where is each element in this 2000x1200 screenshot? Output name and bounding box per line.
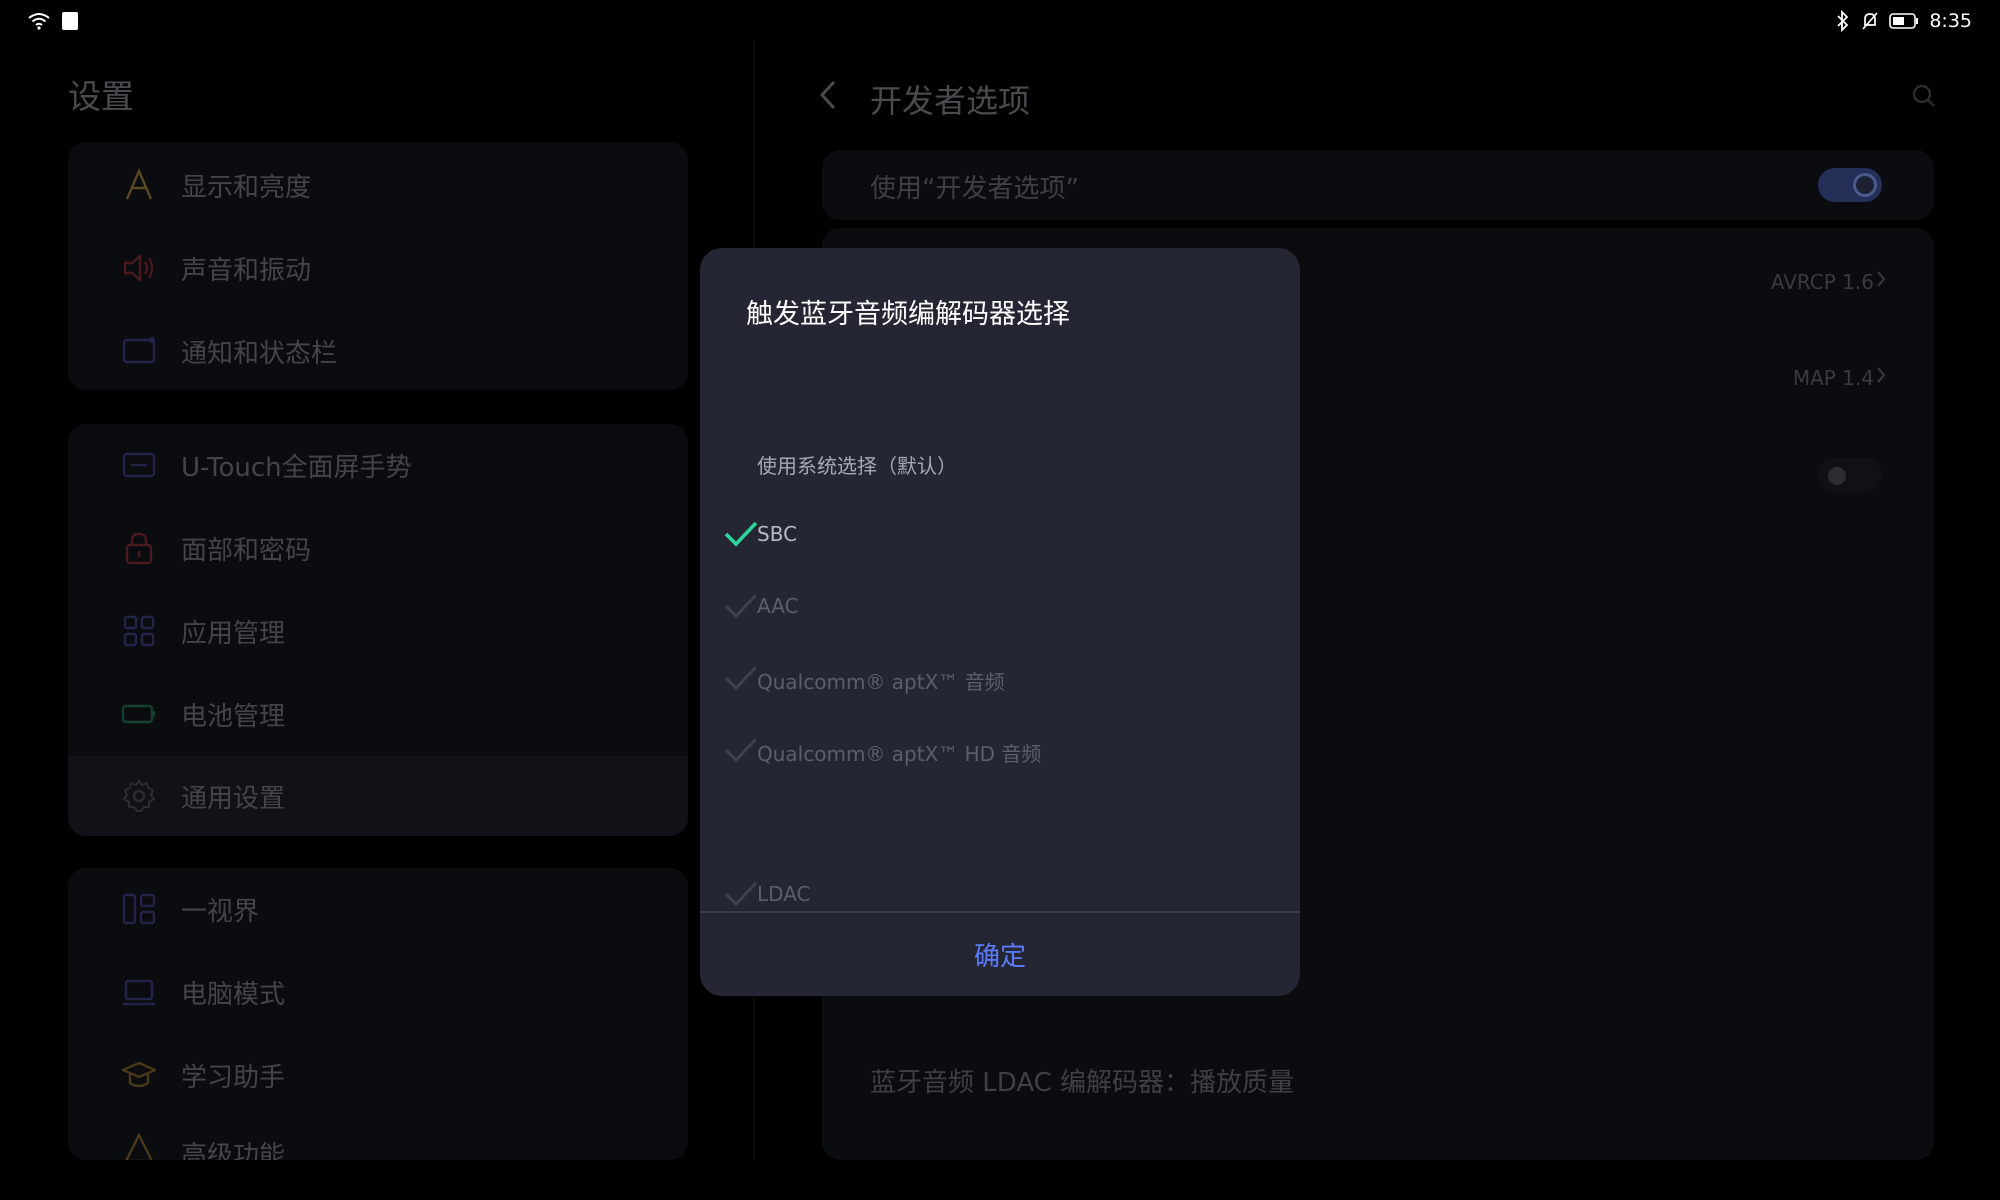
settings-item-apps[interactable]: 应用管理 [68,590,688,672]
settings-item-advanced[interactable]: 高级功能 [68,1117,688,1160]
option-aptx[interactable]: Qualcomm® aptX™ 音频 [700,649,1300,709]
speaker-icon [123,253,154,283]
settings-item-one-view[interactable]: 一视界 [68,868,688,950]
laptop-icon [123,979,155,1006]
settings-group-2: U-Touch全面屏手势 面部和密码 应用管理 电池管理 通用设置 [68,424,688,836]
option-system-default[interactable]: 使用系统选择（默认） [700,433,1300,493]
map-version-value[interactable]: MAP 1.4 [1793,366,1874,390]
checkmark-icon [724,521,758,547]
advanced-icon [125,1132,153,1160]
clock: 8:35 [1929,10,1972,32]
checkmark-icon [724,881,758,907]
confirm-button[interactable]: 确定 [700,913,1300,996]
battery-icon [122,704,155,724]
ldac-quality-label[interactable]: 蓝牙音频 LDAC 编解码器：播放质量 [870,1062,1294,1099]
option-aac[interactable]: AAC [700,577,1300,637]
settings-group-1: 显示和亮度 声音和振动 通知和状态栏 [68,142,688,390]
codec-select-dialog: 触发蓝牙音频编解码器选择 使用系统选择（默认） SBC AAC Qualcomm… [700,248,1300,996]
lock-icon [125,532,153,565]
settings-item-sound[interactable]: 声音和振动 [68,227,688,309]
settings-item-pc-mode[interactable]: 电脑模式 [68,951,688,1033]
graduation-cap-icon [122,1061,156,1088]
settings-item-display[interactable]: 显示和亮度 [68,144,688,226]
chevron-right-icon [1877,367,1886,383]
mute-bell-icon [1862,12,1878,30]
dialog-title: 触发蓝牙音频编解码器选择 [746,299,1070,330]
dev-options-toggle[interactable] [1818,168,1882,202]
status-bar: 8:35 [0,0,2000,44]
settings-item-face-password[interactable]: 面部和密码 [68,507,688,589]
checkmark-icon [724,593,758,619]
search-icon[interactable] [1912,84,1936,108]
settings-item-general[interactable]: 通用设置 [68,756,688,836]
apps-grid-icon [123,615,155,647]
sd-card-icon [62,12,78,30]
battery-status-icon [1889,13,1919,29]
option-aptx-hd[interactable]: Qualcomm® aptX™ HD 音频 [700,721,1300,781]
checkmark-icon [724,665,758,691]
settings-item-battery[interactable]: 电池管理 [68,673,688,755]
settings-item-notification[interactable]: 通知和状态栏 [68,310,688,392]
settings-item-utouch[interactable]: U-Touch全面屏手势 [68,424,688,506]
avrcp-version-value[interactable]: AVRCP 1.6 [1771,270,1874,294]
notification-icon [122,337,156,364]
settings-title: 设置 [68,77,134,116]
back-arrow-icon[interactable] [818,80,838,110]
checkmark-icon [724,737,758,763]
split-view-icon [122,893,156,925]
option-ldac[interactable]: LDAC [700,865,1300,911]
chevron-right-icon [1877,271,1886,287]
dev-setting-toggle[interactable] [1818,458,1882,492]
settings-group-3: 一视界 电脑模式 学习助手 高级功能 [68,868,688,1160]
gear-icon [122,779,156,812]
settings-item-study-assistant[interactable]: 学习助手 [68,1034,688,1116]
page-title: 开发者选项 [870,82,1031,120]
use-dev-options-row[interactable]: 使用“开发者选项” [822,150,1934,220]
display-brightness-icon [125,168,153,200]
bluetooth-icon [1837,10,1849,32]
gesture-icon [122,452,156,478]
option-sbc[interactable]: SBC [700,505,1300,565]
wifi-icon [28,13,50,30]
